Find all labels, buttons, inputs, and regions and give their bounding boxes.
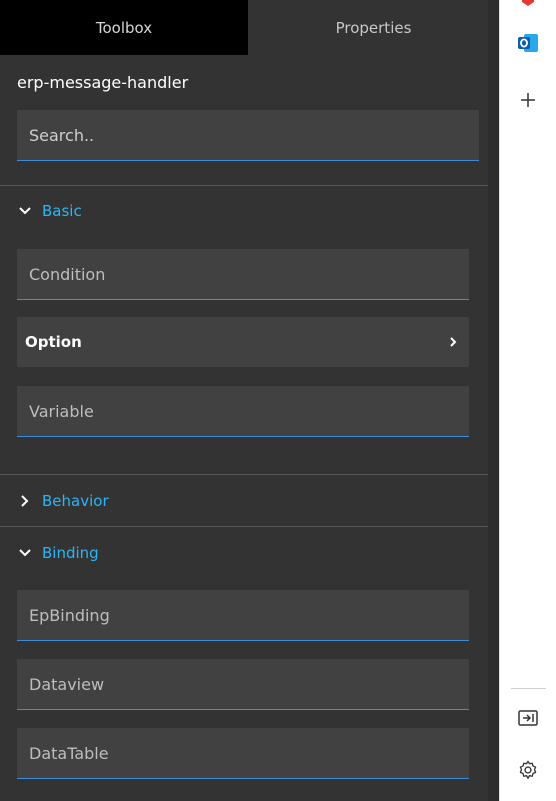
exit-panel-icon[interactable] xyxy=(516,706,540,730)
component-title: erp-message-handler xyxy=(17,73,189,92)
dataview-field[interactable]: Dataview xyxy=(17,659,469,710)
search-input[interactable]: Search.. xyxy=(17,110,479,161)
section-header-basic[interactable]: Basic xyxy=(0,196,488,226)
app-icon-red[interactable] xyxy=(516,0,540,10)
section-divider xyxy=(0,185,488,186)
variable-field[interactable]: Variable xyxy=(17,386,469,437)
tab-properties[interactable]: Properties xyxy=(248,0,499,55)
panel-scrollbar[interactable] xyxy=(488,0,499,801)
sidebar-divider xyxy=(511,688,546,689)
add-icon[interactable] xyxy=(516,88,540,112)
section-label: Behavior xyxy=(42,492,109,510)
tab-toolbox[interactable]: Toolbox xyxy=(0,0,248,55)
section-header-binding[interactable]: Binding xyxy=(0,538,488,568)
section-label: Binding xyxy=(42,544,99,562)
chevron-right-icon xyxy=(450,337,457,347)
section-header-behavior[interactable]: Behavior xyxy=(0,486,488,516)
section-label: Basic xyxy=(42,202,82,220)
outlook-icon[interactable] xyxy=(516,31,540,55)
option-label: Option xyxy=(25,333,82,351)
section-divider xyxy=(0,474,488,475)
condition-field[interactable]: Condition xyxy=(17,249,469,300)
properties-panel: Toolbox Properties erp-message-handler S… xyxy=(0,0,499,801)
chevron-down-icon xyxy=(19,549,31,557)
gear-icon[interactable] xyxy=(516,758,540,782)
section-divider xyxy=(0,526,488,527)
ep-binding-field[interactable]: EpBinding xyxy=(17,590,469,641)
chevron-right-icon xyxy=(21,495,29,507)
chevron-down-icon xyxy=(19,207,31,215)
datatable-field[interactable]: DataTable xyxy=(17,728,469,779)
side-panel-bar xyxy=(499,0,556,801)
option-row[interactable]: Option xyxy=(17,317,469,367)
tab-bar: Toolbox Properties xyxy=(0,0,499,55)
